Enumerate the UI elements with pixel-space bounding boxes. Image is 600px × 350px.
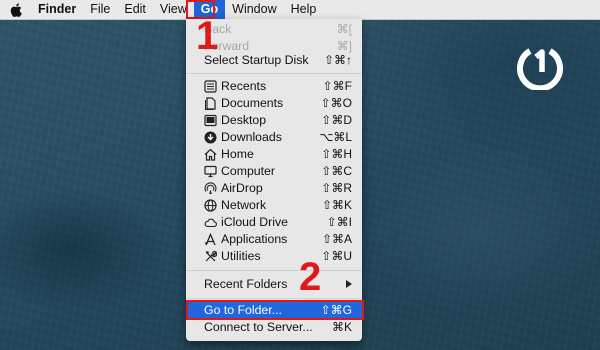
connect-to-server-label: Connect to Server... [204, 320, 313, 334]
menu-help[interactable]: Help [284, 0, 324, 19]
utilities-icon [204, 250, 217, 263]
icloud-drive-label: iCloud Drive [221, 215, 288, 229]
documents-icon [204, 97, 217, 110]
menu-separator [186, 298, 362, 299]
airdrop-icon [204, 182, 217, 195]
go-menu: Back ⌘[ Forward ⌘] Select Startup Disk ⇧… [186, 19, 362, 341]
recents-icon [204, 80, 217, 93]
recents-label: Recents [221, 79, 267, 93]
back-shortcut: ⌘[ [336, 22, 352, 36]
menu-item-utilities[interactable]: Utilities ⇧⌘U [186, 248, 362, 265]
menu-file[interactable]: File [83, 0, 117, 19]
menu-window[interactable]: Window [225, 0, 283, 19]
network-shortcut: ⇧⌘K [321, 198, 352, 212]
computer-icon [204, 165, 217, 178]
recent-folders-label: Recent Folders [204, 277, 288, 291]
menu-item-recent-folders[interactable]: Recent Folders [186, 276, 362, 293]
downloads-shortcut: ⌥⌘L [319, 130, 352, 144]
menu-item-documents[interactable]: Documents ⇧⌘O [186, 95, 362, 112]
computer-shortcut: ⇧⌘C [321, 164, 352, 178]
apple-menu-icon[interactable] [0, 0, 31, 19]
recents-shortcut: ⇧⌘F [322, 79, 352, 93]
step-2-label: 2 [299, 255, 322, 299]
menu-item-applications[interactable]: Applications ⇧⌘A [186, 231, 362, 248]
menu-item-downloads[interactable]: Downloads ⌥⌘L [186, 129, 362, 146]
home-label: Home [221, 147, 254, 161]
airdrop-shortcut: ⇧⌘R [321, 181, 352, 195]
desktop-label: Desktop [221, 113, 267, 127]
applications-icon [204, 233, 217, 246]
menu-item-network[interactable]: Network ⇧⌘K [186, 197, 362, 214]
utilities-label: Utilities [221, 249, 261, 263]
applications-shortcut: ⇧⌘A [321, 232, 352, 246]
menu-edit[interactable]: Edit [117, 0, 153, 19]
menu-item-computer[interactable]: Computer ⇧⌘C [186, 163, 362, 180]
airdrop-label: AirDrop [221, 181, 263, 195]
downloads-label: Downloads [221, 130, 282, 144]
menu-item-home[interactable]: Home ⇧⌘H [186, 146, 362, 163]
desktop-shortcut: ⇧⌘D [321, 113, 352, 127]
documents-label: Documents [221, 96, 284, 110]
network-icon [204, 199, 217, 212]
connect-to-server-shortcut: ⌘K [331, 320, 352, 334]
icloud-icon [204, 216, 217, 229]
documents-shortcut: ⇧⌘O [320, 96, 352, 110]
menu-separator [186, 270, 362, 271]
menu-item-connect-to-server[interactable]: Connect to Server... ⌘K [186, 319, 362, 336]
downloads-icon [204, 131, 217, 144]
select-startup-disk-label: Select Startup Disk [204, 53, 309, 67]
menu-finder[interactable]: Finder [31, 0, 83, 19]
menu-separator [186, 73, 362, 74]
brand-logo-icon [516, 42, 564, 92]
menu-item-icloud-drive[interactable]: iCloud Drive ⇧⌘I [186, 214, 362, 231]
step-1-label: 1 [196, 14, 219, 58]
menu-item-recents[interactable]: Recents ⇧⌘F [186, 78, 362, 95]
utilities-shortcut: ⇧⌘U [321, 249, 352, 263]
home-icon [204, 148, 217, 161]
home-shortcut: ⇧⌘H [321, 147, 352, 161]
submenu-arrow-icon [346, 280, 352, 288]
applications-label: Applications [221, 232, 288, 246]
network-label: Network [221, 198, 267, 212]
menu-item-airdrop[interactable]: AirDrop ⇧⌘R [186, 180, 362, 197]
menu-bar: Finder File Edit View Go Window Help [0, 0, 600, 20]
go-to-folder-highlight-box [186, 300, 364, 320]
computer-label: Computer [221, 164, 275, 178]
menu-item-desktop[interactable]: Desktop ⇧⌘D [186, 112, 362, 129]
desktop-icon [204, 114, 217, 127]
select-startup-disk-shortcut: ⇧⌘↑ [323, 53, 352, 67]
icloud-drive-shortcut: ⇧⌘I [326, 215, 352, 229]
